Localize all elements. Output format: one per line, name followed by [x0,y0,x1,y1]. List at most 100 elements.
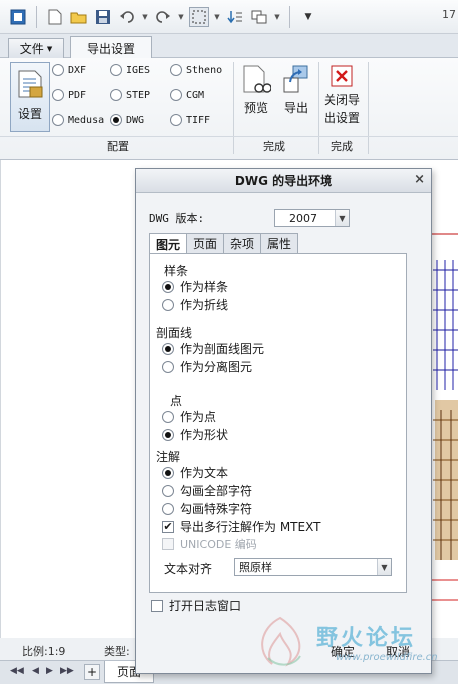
drawing-fragment [429,200,458,620]
format-radio-dxf[interactable]: DXF [52,64,86,76]
open-icon[interactable] [69,7,89,27]
mtext-checkbox[interactable]: ✔ 导出多行注解作为 MTEXT [162,518,320,535]
radio-selected [162,466,174,479]
note-stroke-special-radio[interactable]: 勾画特殊字符 [162,500,252,517]
spline-as-spline-radio[interactable]: 作为样条 [162,278,228,295]
ribbon-divider [233,62,234,154]
hatch-section-title: 剖面线 [156,326,193,340]
ribbon-divider [318,62,319,154]
next-page-icon[interactable]: ▶ [46,666,53,676]
format-label: DWG [126,114,145,126]
unicode-checkbox[interactable]: UNICODE 编码 [162,536,257,552]
format-label: IGES [126,64,151,76]
format-label: Medusa [68,114,105,126]
add-page-button[interactable]: + [84,664,100,680]
hatch-as-separate-radio[interactable]: 作为分离图元 [162,358,252,375]
format-radio-medusa[interactable]: Medusa [52,114,104,126]
format-radio-pdf[interactable]: PDF [52,89,86,101]
export-button[interactable]: 导出 [281,64,311,116]
mtext-label: 导出多行注解作为 MTEXT [180,520,321,534]
format-label: STEP [126,89,151,101]
new-icon[interactable] [45,7,65,27]
note-as-text-label: 作为文本 [180,466,229,480]
watermark-text: 野火论坛 [316,626,417,651]
text-align-select[interactable]: 照原样 ▼ [234,558,392,576]
version-value: 2007 [289,211,317,225]
hatch-as-hatch-radio[interactable]: 作为剖面线图元 [162,340,264,357]
scale-readout: 比例:1:9 [22,645,66,658]
tab-entities[interactable]: 图元 [149,233,188,254]
settings-button[interactable]: 设置 [10,62,50,132]
point-as-point-radio[interactable]: 作为点 [162,408,216,425]
point-as-shape-radio[interactable]: 作为形状 [162,426,228,443]
tab-file[interactable]: 文件 ▼ [8,38,64,58]
format-radio-tiff[interactable]: TIFF [170,114,210,126]
preview-label: 预览 [243,101,268,115]
format-radio-step[interactable]: STEP [110,89,150,101]
format-radio-stheno[interactable]: Stheno [170,64,222,76]
version-label: DWG 版本: [149,212,205,225]
tab-properties[interactable]: 属性 [260,233,299,253]
point-as-shape-label: 作为形状 [180,428,229,442]
close-icon[interactable]: × [414,172,425,187]
radio-unselected [162,502,174,515]
spline-section-title: 样条 [164,264,189,278]
group-label-config: 配置 [107,140,129,153]
spline-as-spline-label: 作为样条 [180,280,229,294]
redo-icon[interactable] [153,7,173,27]
text-align-label: 文本对齐 [164,562,213,576]
chevron-down-icon[interactable]: ▼ [141,7,149,27]
spline-as-polyline-radio[interactable]: 作为折线 [162,296,228,313]
chevron-down-icon: ▼ [335,210,349,226]
customize-icon[interactable]: ▼ [298,7,318,27]
previous-page-icon[interactable]: ◀ [32,666,39,676]
note-stroke-all-label: 勾画全部字符 [180,484,253,498]
open-log-checkbox[interactable]: 打开日志窗口 [151,597,241,614]
tab-page[interactable]: 页面 [186,233,225,253]
windows-icon[interactable] [249,7,269,27]
tab-export-settings[interactable]: 导出设置 [70,36,152,59]
hatch-as-hatch-label: 作为剖面线图元 [180,342,265,356]
select-box-icon[interactable] [189,6,209,27]
chevron-down-icon[interactable]: ▼ [177,7,185,27]
tab-misc[interactable]: 杂项 [223,233,262,253]
radio-unselected [52,114,64,126]
group-label-finish-2: 完成 [331,140,353,153]
preview-icon [243,65,271,93]
unicode-label: UNICODE 编码 [180,538,257,551]
save-icon[interactable] [93,7,113,27]
regenerate-icon[interactable] [225,7,245,27]
close-label-line1: 关闭导 [324,93,361,107]
settings-label: 设置 [17,107,42,121]
note-stroke-special-label: 勾画特殊字符 [180,502,253,516]
toolbar-separator [36,5,37,28]
format-label: CGM [186,89,205,101]
preview-button[interactable]: 预览 [241,64,271,116]
checkbox-empty [162,538,174,550]
chevron-down-icon: ▼ [46,44,53,53]
format-label: TIFF [186,114,211,126]
window-icon[interactable] [8,7,28,27]
radio-unselected [52,64,64,76]
chevron-down-icon[interactable]: ▼ [213,7,221,27]
radio-unselected [162,360,174,373]
undo-icon[interactable] [117,7,137,27]
ribbon-panel: 设置 DXF IGES Stheno PDF STEP CGM Medusa DWG TIFF … [0,58,458,160]
dialog-title-bar[interactable]: DWG 的导出环境 × [136,169,431,193]
radio-unselected [170,89,182,101]
format-radio-dwg[interactable]: DWG [110,114,144,126]
format-radio-iges[interactable]: IGES [110,64,150,76]
radio-selected [162,342,174,355]
last-page-icon[interactable]: ▶▶ [60,666,74,676]
dwg-export-dialog: DWG 的导出环境 × DWG 版本: 2007 ▼ 图元 页面 杂项 属性 样… [135,168,432,674]
chevron-down-icon[interactable]: ▼ [273,7,281,27]
close-export-settings-button[interactable]: 关闭导 出设置 [324,64,360,126]
watermark-url: www.proewildfire.cn [336,652,438,663]
first-page-icon[interactable]: ◀◀ [10,666,24,676]
format-radio-cgm[interactable]: CGM [170,89,204,101]
note-as-text-radio[interactable]: 作为文本 [162,464,228,481]
check-icon: ✔ [162,520,174,533]
radio-unselected [52,89,64,101]
note-stroke-all-radio[interactable]: 勾画全部字符 [162,482,252,499]
version-select[interactable]: 2007 ▼ [274,209,350,227]
